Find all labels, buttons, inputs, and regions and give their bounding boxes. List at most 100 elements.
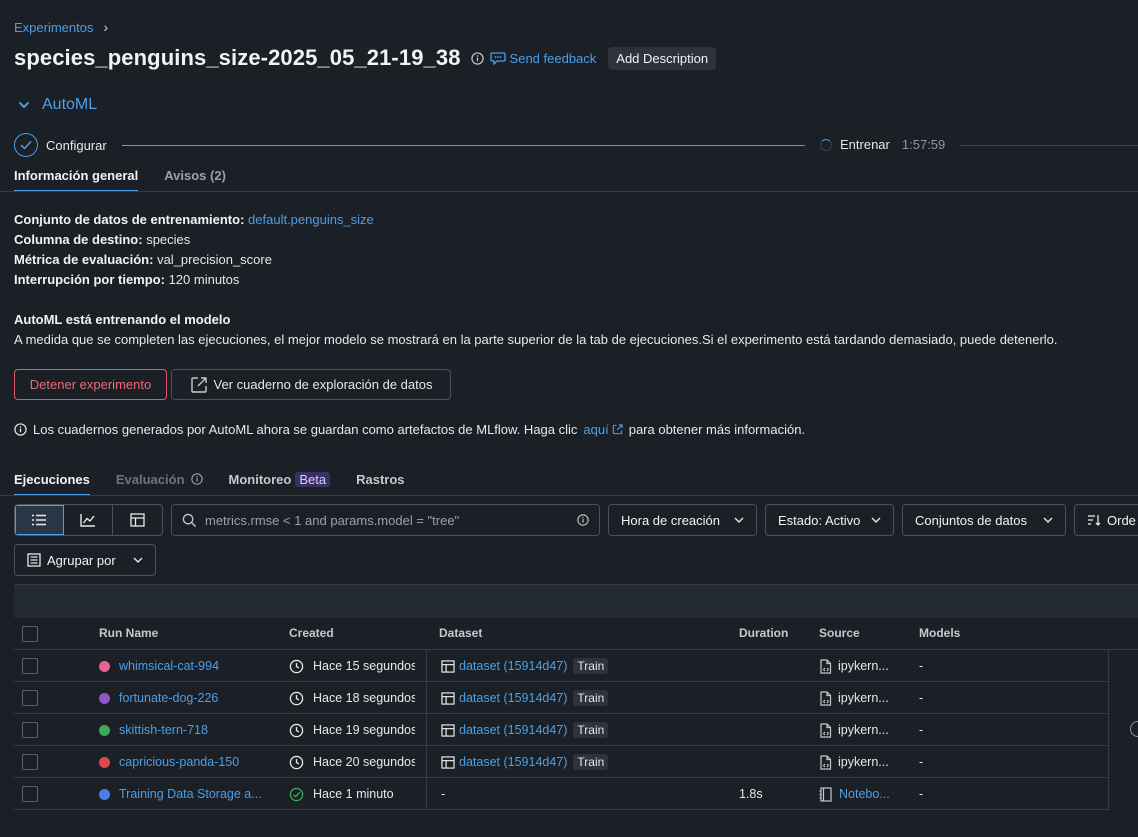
dataset-link[interactable]: dataset (15914d47) (459, 723, 567, 737)
source-value: ipykern... (838, 723, 889, 737)
dataset-cell: dataset (15914d47) Train (441, 650, 609, 682)
row-checkbox[interactable] (22, 746, 38, 778)
row-checkbox[interactable] (22, 778, 38, 810)
training-description: A medida que se completen las ejecucione… (14, 332, 1058, 347)
table-icon (441, 723, 455, 737)
list-view-button[interactable] (15, 505, 64, 535)
list-icon (32, 514, 46, 526)
search-input[interactable] (205, 512, 569, 528)
file-code-icon (819, 690, 832, 706)
column-created[interactable]: Created (289, 626, 334, 640)
step-train-label: Entrenar (840, 137, 890, 152)
tab-evaluation[interactable]: Evaluación (116, 472, 203, 496)
runs-tabs: Ejecuciones Evaluación Monitoreo Beta Ras… (14, 472, 405, 496)
dataset-tag: Train (573, 754, 609, 770)
dataset-tag: Train (573, 722, 609, 738)
add-description-button[interactable]: Add Description (608, 46, 717, 70)
source-cell[interactable]: ipykern... (819, 746, 889, 778)
column-models[interactable]: Models (919, 626, 960, 640)
chevron-right-icon: › (103, 19, 109, 35)
notice-text: Los cuadernos generados por AutoML ahora… (33, 422, 578, 437)
title-row: species_penguins_size-2025_05_21-19_38 S… (14, 44, 717, 72)
models-cell: - (919, 723, 924, 737)
tab-monitoring[interactable]: Monitoreo Beta (229, 472, 331, 496)
divider (1108, 650, 1109, 810)
divider (426, 746, 427, 778)
table-view-button[interactable] (113, 505, 162, 535)
source-value: ipykern... (838, 659, 889, 673)
divider (0, 495, 1138, 496)
table-icon (130, 513, 145, 527)
models-cell: - (919, 659, 924, 673)
state-dropdown[interactable]: Estado: Activo (765, 504, 894, 536)
row-checkbox[interactable] (22, 714, 38, 746)
tab-runs[interactable]: Ejecuciones (14, 472, 90, 496)
expand-icon[interactable] (1130, 721, 1138, 737)
run-name-link[interactable]: skittish-tern-718 (119, 723, 208, 737)
step-remaining-line (960, 145, 1138, 146)
chevron-down-icon (734, 517, 744, 523)
select-all-checkbox[interactable] (22, 626, 38, 642)
created-time-dropdown[interactable]: Hora de creación (608, 504, 757, 536)
table-row[interactable]: skittish-tern-718 Hace 19 segundos dataset… (14, 714, 1108, 746)
column-run-name[interactable]: Run Name (99, 626, 158, 640)
tab-traces[interactable]: Rastros (356, 472, 404, 496)
clock-icon (289, 723, 304, 738)
datasets-dropdown[interactable]: Conjuntos de datos (902, 504, 1066, 536)
dataset-link[interactable]: dataset (15914d47) (459, 691, 567, 705)
run-name-cell: Training Data Storage a... (99, 778, 274, 810)
page-title: species_penguins_size-2025_05_21-19_38 (14, 45, 461, 70)
spinner-icon (820, 138, 832, 151)
source-cell[interactable]: ipykern... (819, 650, 889, 682)
stop-experiment-button[interactable]: Detener experimento (14, 369, 167, 400)
info-icon[interactable] (470, 51, 484, 65)
row-checkbox[interactable] (22, 682, 38, 714)
row-checkbox[interactable] (22, 650, 38, 682)
source-cell[interactable]: Notebo... (819, 778, 890, 810)
table-row[interactable]: Training Data Storage a... Hace 1 minuto -… (14, 778, 1108, 810)
table-row[interactable]: fortunate-dog-226 Hace 18 segundos dataset… (14, 682, 1108, 714)
run-color-dot (99, 788, 110, 800)
view-notebook-button[interactable]: Ver cuaderno de exploración de datos (171, 369, 451, 400)
file-code-icon (819, 658, 832, 674)
chart-view-button[interactable] (64, 505, 113, 535)
created-cell: Hace 18 segundos (289, 682, 415, 714)
table-row[interactable]: whimsical-cat-994 Hace 15 segundos dataset… (14, 650, 1108, 682)
dataset-link[interactable]: dataset (15914d47) (459, 755, 567, 769)
group-by-dropdown[interactable]: Agrupar por (14, 544, 156, 576)
target-value: species (146, 232, 191, 247)
chevron-down-icon (1043, 517, 1053, 523)
models-cell: - (919, 755, 924, 769)
dataset-cell: - (441, 778, 445, 810)
automl-section-toggle[interactable]: AutoML (18, 96, 97, 114)
dataset-link[interactable]: dataset (15914d47) (459, 659, 567, 673)
order-dropdown[interactable]: Orde (1074, 504, 1138, 536)
metric-value: val_precision_score (157, 252, 272, 267)
info-icon[interactable] (577, 514, 589, 526)
table-row[interactable]: capricious-panda-150 Hace 20 segundos data… (14, 746, 1108, 778)
table-group-header (14, 584, 1138, 618)
training-message: AutoML está entrenando el modelo A medid… (14, 310, 1058, 350)
tab-warnings[interactable]: Avisos (2) (164, 168, 226, 192)
run-name-link[interactable]: capricious-panda-150 (119, 755, 239, 769)
breadcrumb-experiments-link[interactable]: Experimentos (14, 20, 93, 35)
dataset-link[interactable]: default.penguins_size (248, 212, 374, 227)
column-duration[interactable]: Duration (739, 626, 788, 640)
created-cell: Hace 19 segundos (289, 714, 415, 746)
column-dataset[interactable]: Dataset (439, 626, 482, 640)
run-name-link[interactable]: whimsical-cat-994 (119, 659, 219, 673)
tab-general-info[interactable]: Información general (14, 168, 139, 192)
created-time-label: Hora de creación (621, 512, 720, 528)
divider (426, 650, 427, 682)
notice-link[interactable]: aquí (583, 422, 623, 437)
step-progress-line (122, 145, 805, 146)
chevron-down-icon (133, 557, 143, 563)
created-value: Hace 18 segundos (313, 691, 415, 705)
run-name-link[interactable]: Training Data Storage a... (119, 787, 262, 801)
run-name-cell: fortunate-dog-226 (99, 682, 274, 714)
send-feedback-link[interactable]: Send feedback (489, 51, 596, 66)
source-cell[interactable]: ipykern... (819, 682, 889, 714)
source-cell[interactable]: ipykern... (819, 714, 889, 746)
run-name-link[interactable]: fortunate-dog-226 (119, 691, 218, 705)
column-source[interactable]: Source (819, 626, 860, 640)
